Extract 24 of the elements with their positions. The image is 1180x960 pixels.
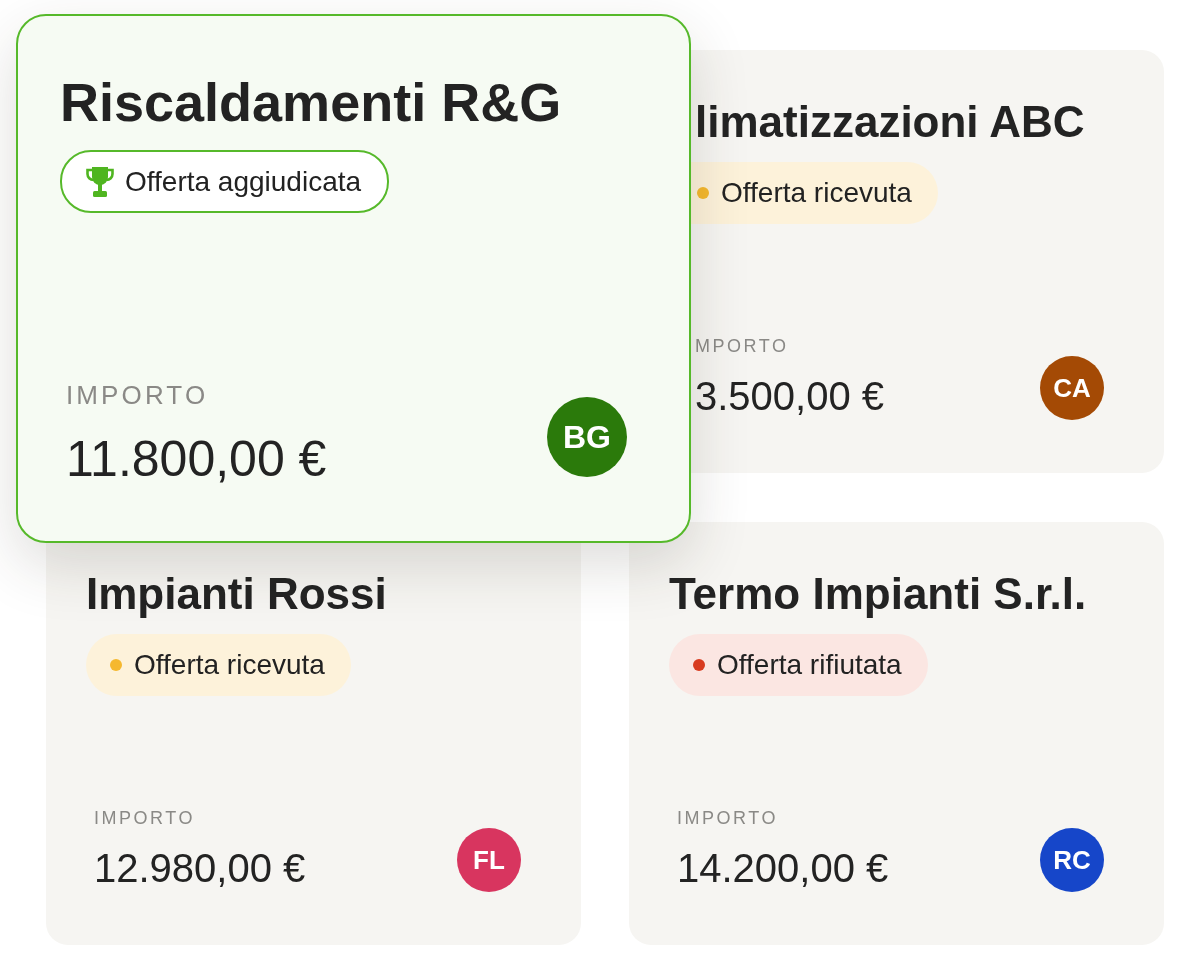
company-name: Riscaldamenti R&G — [60, 71, 563, 134]
company-name: Termo Impianti S.r.l. — [669, 569, 1088, 620]
status-label: Offerta aggiudicata — [125, 167, 362, 196]
avatar: RC — [1040, 828, 1104, 892]
avatar: CA — [1040, 356, 1104, 420]
status-dot-icon — [697, 186, 709, 199]
company-name: limatizzazioni ABC — [695, 97, 1086, 148]
avatar: FL — [457, 828, 521, 892]
company-name: Impianti Rossi — [86, 569, 388, 620]
status-label: Offerta rifiutata — [717, 650, 902, 679]
amount-label: IMPORTO — [66, 379, 210, 411]
amount-value: 3.500,00 € — [695, 373, 885, 420]
amount-label: IMPORTO — [677, 808, 779, 830]
amount-value: 14.200,00 € — [677, 845, 889, 892]
amount-value: 12.980,00 € — [94, 845, 306, 892]
trophy-icon — [85, 165, 115, 198]
status-label: Offerta ricevuta — [721, 178, 912, 207]
amount-value: 11.800,00 € — [66, 430, 327, 489]
status-dot-icon — [110, 658, 122, 671]
amount-label: IMPORTO — [94, 808, 196, 830]
status-label: Offerta ricevuta — [134, 650, 325, 679]
avatar: BG — [547, 397, 627, 477]
status-dot-icon — [693, 658, 705, 671]
amount-label: MPORTO — [695, 336, 790, 358]
